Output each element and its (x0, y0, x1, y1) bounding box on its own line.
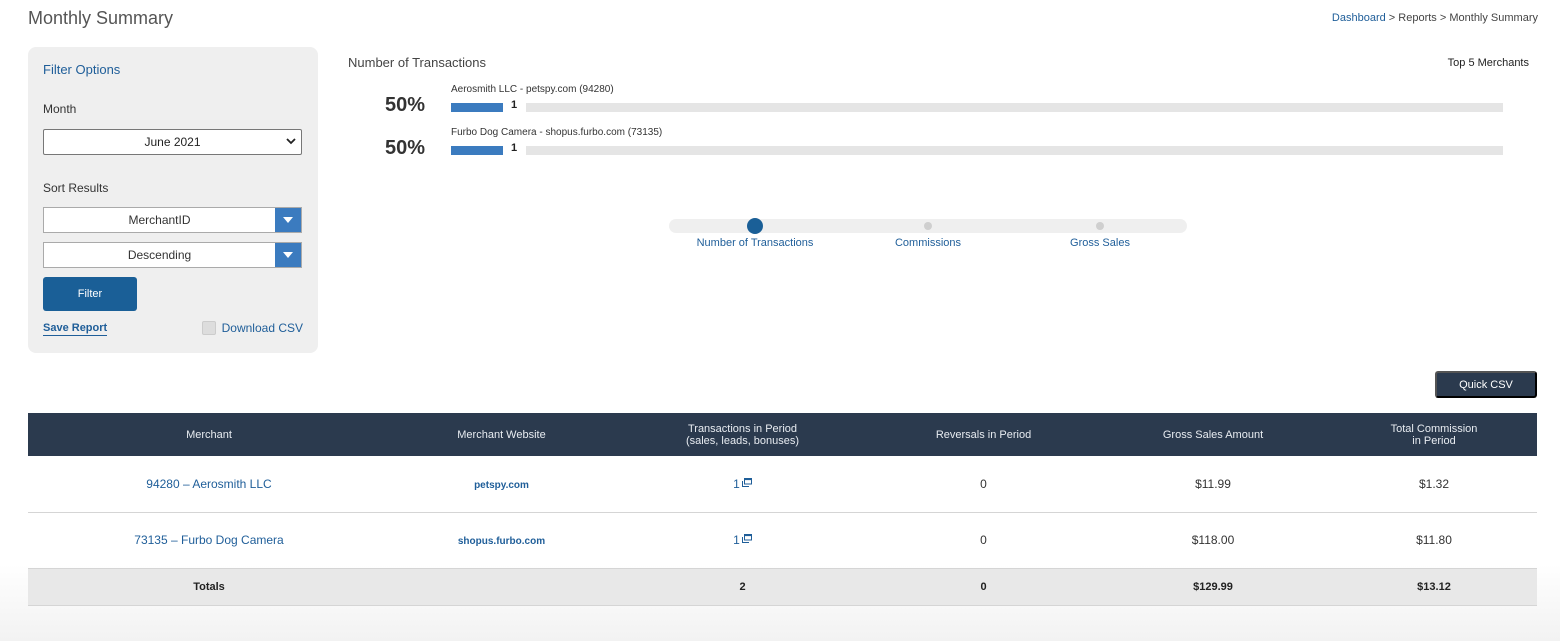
col-header-line: (sales, leads, bonuses) (685, 434, 800, 447)
bar-fill (451, 146, 503, 155)
sort-field-value: MerchantID (128, 213, 191, 227)
checkbox-icon[interactable] (201, 321, 216, 335)
merchant-website-link[interactable]: petspy.com (474, 480, 529, 491)
month-select[interactable]: June 2021 (43, 129, 302, 155)
col-header-line: in Period (1412, 434, 1456, 447)
chevron-down-icon (286, 138, 296, 145)
gross-sales-cell: $118.00 (1095, 512, 1331, 569)
bar-fill (451, 103, 503, 112)
popup-window-icon (741, 477, 752, 487)
col-header-transactions[interactable]: Transactions in Period (sales, leads, bon… (613, 413, 872, 456)
totals-commission: $13.12 (1331, 568, 1537, 606)
merchant-link[interactable]: 73135 – Furbo Dog Camera (134, 533, 283, 547)
bar-row: 50% Aerosmith LLC - petspy.com (94280) 1 (385, 84, 1505, 124)
col-header-line: Transactions in Period (687, 422, 798, 435)
transactions-count: 1 (733, 533, 740, 547)
download-csv-label: Download CSV (221, 321, 303, 335)
breadcrumb-current: Monthly Summary (1449, 12, 1538, 24)
gross-sales-cell: $11.99 (1095, 456, 1331, 513)
slider-dot-transactions[interactable] (747, 218, 763, 234)
breadcrumb-reports: Reports (1398, 12, 1437, 24)
totals-label: Totals (28, 568, 390, 606)
col-header-merchant[interactable]: Merchant (28, 413, 390, 456)
transactions-count: 1 (733, 476, 740, 491)
breadcrumb-separator: > (1436, 12, 1450, 24)
sort-results-label: Sort Results (43, 181, 109, 195)
month-label: Month (43, 102, 77, 116)
bar-percent: 50% (385, 94, 426, 116)
table-header-row: Merchant Merchant Website Transactions i… (28, 413, 1537, 456)
slider-dot-commissions[interactable] (924, 222, 932, 230)
bar-value: 1 (511, 142, 518, 154)
col-header-reversals[interactable]: Reversals in Period (872, 413, 1095, 456)
chart-legend-title: Top 5 Merchants (1447, 57, 1529, 69)
col-header-commission[interactable]: Total Commission in Period (1331, 413, 1537, 456)
col-header-line: Total Commission (1390, 422, 1478, 435)
breadcrumb-separator: > (1385, 12, 1399, 24)
bar-value: 1 (511, 99, 518, 111)
merchant-link[interactable]: 94280 – Aerosmith LLC (146, 477, 271, 491)
slider-label-gross-sales[interactable]: Gross Sales (1070, 237, 1130, 249)
month-select-value: June 2021 (144, 135, 201, 149)
slider-label-transactions[interactable]: Number of Transactions (697, 237, 814, 249)
reversals-cell: 0 (872, 512, 1095, 569)
totals-website-cell (390, 568, 613, 606)
col-header-website[interactable]: Merchant Website (390, 413, 613, 456)
transactions-link[interactable]: 1 (733, 533, 752, 547)
sort-order-dropdown-button[interactable] (275, 243, 301, 267)
col-header-gross-sales[interactable]: Gross Sales Amount (1095, 413, 1331, 456)
summary-table: Merchant Merchant Website Transactions i… (28, 413, 1537, 606)
totals-gross-sales: $129.99 (1095, 568, 1331, 606)
reversals-cell: 0 (872, 456, 1095, 513)
caret-down-icon (283, 217, 293, 223)
bar-row: 50% Furbo Dog Camera - shopus.furbo.com … (385, 127, 1505, 167)
sort-order-value: Descending (127, 248, 192, 262)
commission-cell: $11.80 (1331, 512, 1537, 569)
commission-cell: $1.32 (1331, 456, 1537, 513)
table-row: 94280 – Aerosmith LLC petspy.com 1 0 $11… (28, 456, 1537, 513)
sort-field-combo[interactable]: MerchantID (43, 207, 302, 233)
slider-label-commissions[interactable]: Commissions (895, 237, 961, 249)
totals-transactions: 2 (613, 568, 872, 606)
totals-row: Totals 2 0 $129.99 $13.12 (28, 568, 1537, 606)
page-title: Monthly Summary (28, 8, 174, 28)
chart-title: Number of Transactions (348, 55, 487, 70)
sort-field-dropdown-button[interactable] (275, 208, 301, 232)
totals-reversals: 0 (872, 568, 1095, 606)
popup-window-icon (741, 534, 752, 543)
filter-title: Filter Options (43, 62, 121, 77)
table-row: 73135 – Furbo Dog Camera shopus.furbo.co… (28, 512, 1537, 569)
breadcrumb: Dashboard > Reports > Monthly Summary (1332, 12, 1538, 24)
bar-track (526, 103, 1503, 112)
merchant-website-link[interactable]: shopus.furbo.com (458, 536, 545, 547)
caret-down-icon (283, 252, 293, 258)
transactions-link[interactable]: 1 (733, 477, 752, 491)
slider-dot-gross-sales[interactable] (1096, 222, 1104, 230)
filter-panel: Filter Options Month June 2021 Sort Resu… (28, 47, 318, 353)
bar-track (526, 146, 1503, 155)
save-report-link[interactable]: Save Report (43, 322, 108, 336)
bar-label: Furbo Dog Camera - shopus.furbo.com (731… (451, 127, 663, 138)
quick-csv-button[interactable]: Quick CSV (1435, 371, 1537, 398)
download-csv-checkbox[interactable]: Download CSV (201, 321, 303, 335)
sort-order-combo[interactable]: Descending (43, 242, 302, 268)
breadcrumb-dashboard-link[interactable]: Dashboard (1332, 12, 1386, 24)
filter-button[interactable]: Filter (43, 277, 137, 311)
bar-percent: 50% (385, 137, 426, 159)
bar-label: Aerosmith LLC - petspy.com (94280) (451, 84, 614, 95)
